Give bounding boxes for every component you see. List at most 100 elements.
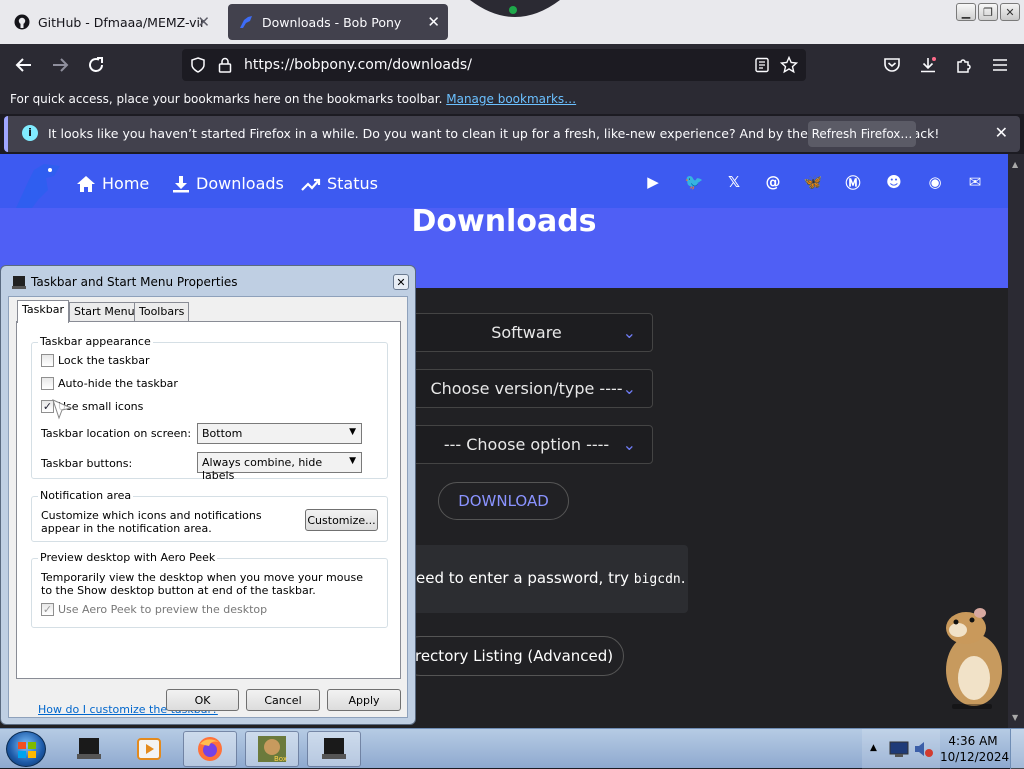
tab-github[interactable]: GitHub - Dfmaaa/MEMZ-virus ✕ bbox=[4, 4, 218, 40]
home-icon bbox=[77, 175, 95, 192]
aero-peek-text: Temporarily view the desktop when you mo… bbox=[41, 571, 363, 597]
network-icon[interactable] bbox=[888, 739, 910, 759]
software-select[interactable]: Software ⌄ bbox=[400, 313, 653, 352]
bookmarks-message: For quick access, place your bookmarks h… bbox=[10, 92, 443, 106]
clock-date: 10/12/2024 bbox=[940, 750, 1010, 764]
dialog-title: Taskbar and Start Menu Properties bbox=[31, 275, 238, 289]
close-tab-icon[interactable]: ✕ bbox=[427, 13, 440, 31]
info-icon: i bbox=[22, 125, 38, 141]
x-icon[interactable]: 𝕏 bbox=[724, 172, 744, 192]
info-code: bigcdn bbox=[633, 572, 681, 587]
chevron-down-icon: ⌄ bbox=[622, 323, 636, 342]
close-tab-icon[interactable]: ✕ bbox=[197, 13, 210, 31]
scroll-down-icon[interactable]: ▼ bbox=[1012, 713, 1018, 722]
nav-home-label: Home bbox=[102, 174, 150, 193]
group-label: Preview desktop with Aero Peek bbox=[38, 551, 218, 564]
hamster-box-icon: Box bbox=[258, 736, 287, 763]
star-icon[interactable] bbox=[780, 56, 798, 74]
arrow-right-icon bbox=[53, 58, 69, 72]
refresh-firefox-button[interactable]: Refresh Firefox… bbox=[808, 121, 916, 147]
option-select[interactable]: --- Choose option ---- ⌄ bbox=[400, 425, 653, 464]
hamburger-icon bbox=[993, 59, 1007, 71]
minimize-button[interactable]: ▁ bbox=[956, 3, 976, 21]
system-tray: ▲ bbox=[862, 729, 940, 769]
apply-button[interactable]: Apply bbox=[327, 689, 401, 711]
cancel-button[interactable]: Cancel bbox=[246, 689, 320, 711]
checkbox-label: Use Aero Peek to preview the desktop bbox=[58, 603, 268, 616]
nav-status[interactable]: Status bbox=[301, 174, 378, 193]
downloads-button[interactable] bbox=[917, 54, 939, 76]
taskbar-buttons-combo[interactable]: Always combine, hide labels ▼ bbox=[197, 452, 362, 482]
memz-virus-overlay-icon bbox=[470, 0, 560, 17]
manage-bookmarks-link[interactable]: Manage bookmarks… bbox=[446, 92, 576, 106]
show-hidden-icons[interactable]: ▲ bbox=[870, 743, 877, 753]
threads-icon[interactable]: @ bbox=[763, 172, 783, 192]
twitter-icon[interactable]: 🐦 bbox=[684, 172, 704, 192]
tab-taskbar[interactable]: Taskbar bbox=[17, 300, 69, 323]
shield-icon bbox=[191, 57, 205, 73]
mouse-cursor-icon bbox=[52, 399, 73, 420]
menu-button[interactable] bbox=[989, 54, 1011, 76]
download-button[interactable]: DOWNLOAD bbox=[438, 482, 569, 520]
password-info-box: eed to enter a password, try bigcdn. bbox=[400, 545, 688, 613]
chevron-down-icon: ⌄ bbox=[622, 379, 636, 398]
bluesky-icon[interactable]: 🦋 bbox=[803, 172, 823, 192]
lock-icon bbox=[218, 57, 232, 73]
version-select[interactable]: Choose version/type ---- ⌄ bbox=[400, 369, 653, 408]
ok-button[interactable]: OK bbox=[166, 689, 239, 711]
taskbar-item-active-window[interactable] bbox=[307, 731, 361, 767]
back-button[interactable] bbox=[13, 54, 35, 76]
directory-listing-button[interactable]: irectory Listing (Advanced) bbox=[400, 636, 624, 676]
github-icon[interactable]: ◉ bbox=[925, 172, 945, 192]
taskbar-item-hamster-box[interactable]: Box bbox=[245, 731, 299, 767]
mastodon-icon[interactable]: Ⓜ bbox=[843, 172, 863, 192]
scroll-up-icon[interactable]: ▲ bbox=[1012, 160, 1018, 169]
extensions-button[interactable] bbox=[953, 54, 975, 76]
url-bar[interactable]: https://bobpony.com/downloads/ bbox=[182, 49, 806, 81]
firefox-icon bbox=[198, 737, 222, 761]
page-scrollbar[interactable]: ▲ ▼ bbox=[1008, 154, 1024, 728]
version-select-value: Choose version/type ---- bbox=[430, 379, 623, 398]
checkbox-box bbox=[41, 354, 54, 367]
show-desktop-button[interactable] bbox=[1010, 729, 1024, 769]
close-dialog-button[interactable]: ✕ bbox=[393, 274, 409, 290]
close-window-button[interactable]: ✕ bbox=[1000, 3, 1020, 21]
mail-icon[interactable]: ✉ bbox=[965, 172, 985, 192]
system-clock[interactable]: 4:36 AM 10/12/2024 bbox=[940, 733, 1010, 765]
browser-tab-strip: GitHub - Dfmaaa/MEMZ-virus ✕ Downloads -… bbox=[0, 0, 1024, 44]
customize-button[interactable]: Customize... bbox=[305, 509, 378, 531]
forward-button[interactable] bbox=[49, 54, 71, 76]
notification-area-group: Notification area Customize which icons … bbox=[31, 489, 388, 542]
close-notification-icon[interactable]: ✕ bbox=[995, 123, 1008, 142]
auto-hide-checkbox[interactable]: Auto-hide the taskbar bbox=[41, 377, 178, 390]
nav-home[interactable]: Home bbox=[76, 174, 149, 193]
aero-peek-checkbox[interactable]: ✓ Use Aero Peek to preview the desktop bbox=[41, 603, 267, 616]
taskbar-properties-icon bbox=[77, 738, 101, 759]
taskbar-tab-panel: Taskbar appearance Lock the taskbar Auto… bbox=[16, 321, 401, 716]
hamster-desktop-pet-icon[interactable] bbox=[928, 600, 1008, 710]
location-combo[interactable]: Bottom ▼ bbox=[197, 423, 362, 444]
taskbar-appearance-group: Taskbar appearance Lock the taskbar Auto… bbox=[31, 335, 388, 482]
taskbar-item-media-player[interactable] bbox=[122, 731, 176, 767]
discord-icon[interactable]: ☻ bbox=[884, 172, 904, 192]
checkbox-label: Auto-hide the taskbar bbox=[58, 377, 178, 390]
lock-taskbar-checkbox[interactable]: Lock the taskbar bbox=[41, 354, 150, 367]
nav-downloads[interactable]: Downloads bbox=[172, 174, 284, 193]
taskbar-item-taskbar-properties[interactable] bbox=[62, 731, 116, 767]
tab-toolbars[interactable]: Toolbars bbox=[134, 302, 190, 322]
tab-downloads[interactable]: Downloads - Bob Pony ✕ bbox=[228, 4, 448, 40]
taskbar-item-firefox[interactable] bbox=[183, 731, 237, 767]
download-icon bbox=[921, 57, 936, 73]
tab-start-menu[interactable]: Start Menu bbox=[69, 302, 140, 322]
aero-peek-group: Preview desktop with Aero Peek Temporari… bbox=[31, 551, 388, 628]
pocket-icon bbox=[884, 58, 900, 72]
reader-view-icon[interactable] bbox=[754, 57, 770, 73]
check-icon: ✓ bbox=[41, 603, 54, 616]
reload-button[interactable] bbox=[85, 54, 107, 76]
puzzle-icon bbox=[957, 59, 971, 73]
youtube-icon[interactable]: ▶ bbox=[643, 172, 663, 192]
restore-button[interactable]: ❐ bbox=[978, 3, 998, 21]
volume-icon[interactable] bbox=[912, 739, 934, 759]
pocket-button[interactable] bbox=[881, 54, 903, 76]
start-button[interactable] bbox=[6, 731, 46, 767]
